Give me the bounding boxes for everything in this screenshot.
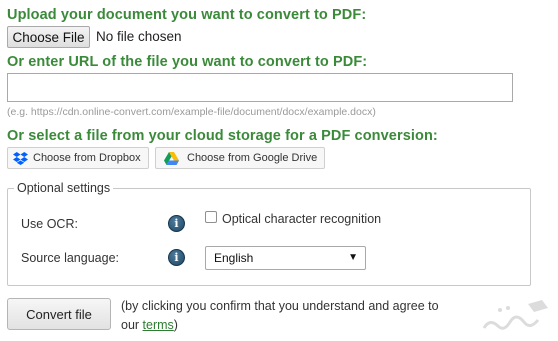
info-icon[interactable]: i	[168, 215, 185, 232]
terms-link[interactable]: terms	[143, 318, 174, 332]
dropbox-button-label: Choose from Dropbox	[33, 152, 141, 164]
terms-note-suffix: )	[173, 318, 178, 332]
optional-settings-fieldset	[7, 188, 531, 286]
dropbox-button[interactable]: Choose from Dropbox	[7, 147, 149, 169]
url-heading: Or enter URL of the file you want to con…	[7, 54, 368, 70]
source-language-value: English	[214, 251, 254, 265]
ocr-checkbox[interactable]	[205, 211, 217, 223]
info-icon[interactable]: i	[168, 249, 185, 266]
url-example-hint: (e.g. https://cdn.online-convert.com/exa…	[7, 106, 376, 118]
cloud-heading: Or select a file from your cloud storage…	[7, 128, 438, 144]
url-input[interactable]	[7, 73, 513, 102]
source-language-select[interactable]: English ▼	[205, 246, 366, 270]
upload-heading: Upload your document you want to convert…	[7, 7, 367, 23]
optional-settings-legend: Optional settings	[14, 181, 114, 195]
google-drive-button[interactable]: Choose from Google Drive	[155, 147, 325, 169]
source-language-label: Source language:	[21, 251, 119, 265]
terms-note: (by clicking you confirm that you unders…	[121, 297, 441, 335]
file-status-text: No file chosen	[96, 29, 182, 44]
convert-file-button[interactable]: Convert file	[7, 298, 111, 330]
google-drive-button-label: Choose from Google Drive	[187, 152, 318, 164]
ocr-checkbox-label[interactable]: Optical character recognition	[222, 212, 381, 226]
watermark-logo	[480, 298, 552, 341]
choose-file-button[interactable]: Choose File	[7, 26, 90, 48]
ocr-label: Use OCR:	[21, 217, 78, 231]
google-drive-icon	[164, 151, 179, 165]
chevron-down-icon: ▼	[348, 252, 358, 263]
dropbox-icon	[13, 151, 28, 165]
